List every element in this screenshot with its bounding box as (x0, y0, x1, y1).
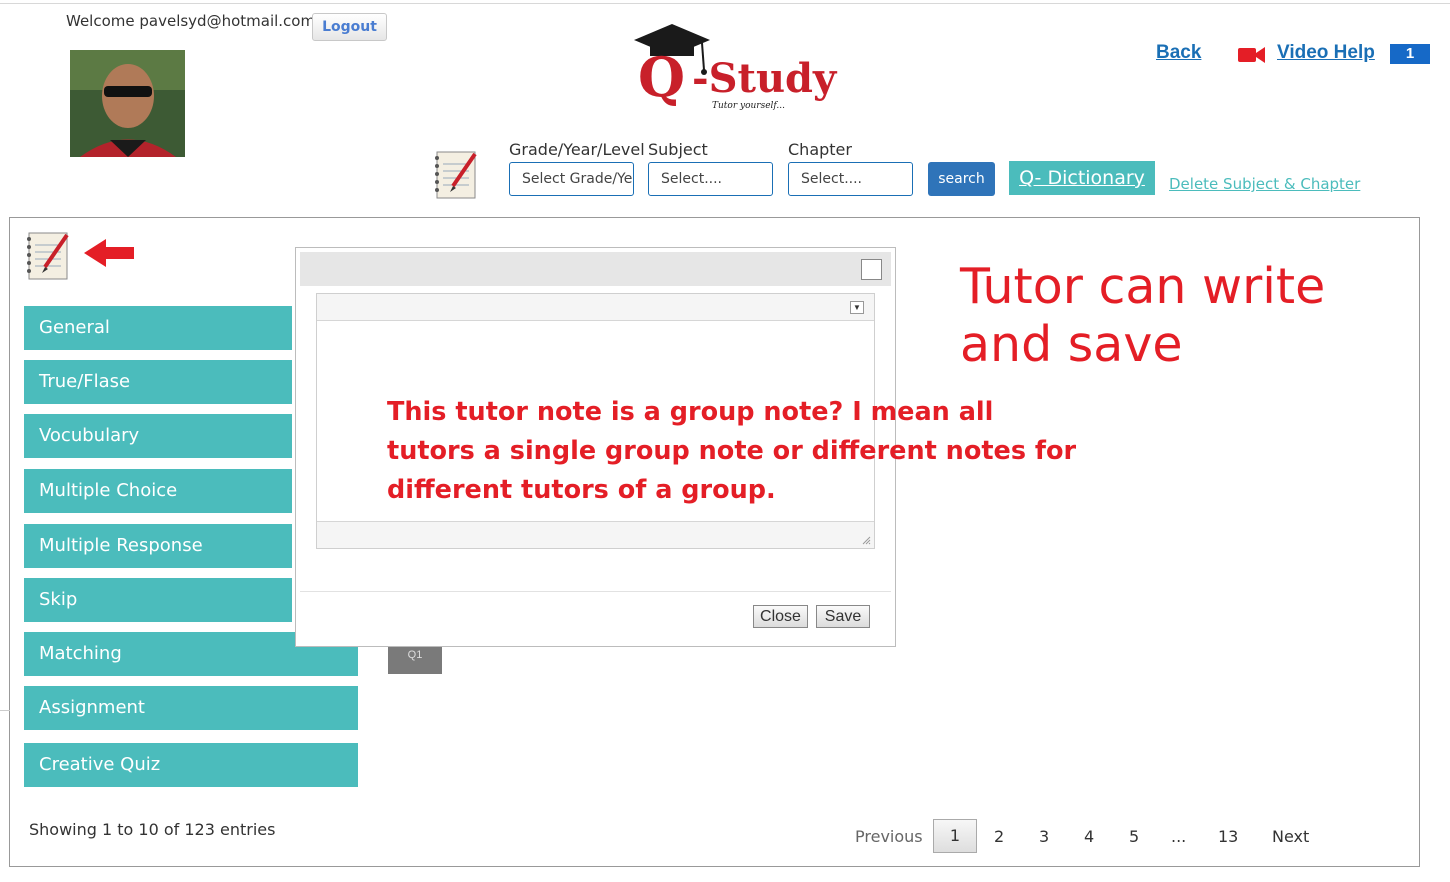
pagination-page-13[interactable]: 13 (1218, 827, 1238, 846)
grade-select[interactable]: Select Grade/Ye (509, 162, 634, 196)
pagination-page-2[interactable]: 2 (994, 827, 1004, 846)
editor-statusbar (317, 521, 874, 548)
pagination-ellipsis: ... (1171, 827, 1187, 846)
notepad-icon[interactable] (431, 148, 481, 202)
avatar (70, 50, 185, 157)
chevron-down-icon[interactable]: ▼ (850, 301, 864, 314)
annotation-tutor-note: Tutor can write and save (960, 258, 1326, 373)
entries-info: Showing 1 to 10 of 123 entries (29, 820, 276, 839)
dialog-save-button[interactable]: Save (816, 605, 870, 628)
tutor-note-icon[interactable] (23, 229, 73, 283)
welcome-text: Welcome pavelsyd@hotmail.com (66, 12, 316, 30)
chapter-label: Chapter (788, 140, 852, 159)
dialog-close-icon[interactable] (861, 259, 882, 280)
top-border (0, 3, 1450, 4)
menu-multiple-choice[interactable]: Multiple Choice (24, 469, 292, 513)
subject-select[interactable]: Select.... (648, 162, 773, 196)
dialog-close-button[interactable]: Close (753, 605, 808, 628)
menu-general[interactable]: General (24, 306, 292, 350)
pagination-page-4[interactable]: 4 (1084, 827, 1094, 846)
menu-true-false[interactable]: True/Flase (24, 360, 292, 404)
menu-multiple-response[interactable]: Multiple Response (24, 524, 292, 568)
q1-button[interactable]: Q1 (388, 643, 442, 674)
dialog-footer-divider (300, 591, 891, 592)
back-link[interactable]: Back (1156, 42, 1201, 64)
q-dictionary-button[interactable]: Q- Dictionary (1009, 161, 1155, 195)
resize-grip-icon[interactable] (861, 535, 871, 545)
menu-creative-quiz[interactable]: Creative Quiz (24, 743, 358, 787)
q-study-logo: Q -Study Tutor yourself... (632, 12, 864, 120)
svg-text:Tutor yourself...: Tutor yourself... (712, 101, 785, 111)
pagination-page-3[interactable]: 3 (1039, 827, 1049, 846)
chapter-select[interactable]: Select.... (788, 162, 913, 196)
menu-assignment[interactable]: Assignment (24, 686, 358, 730)
pagination-previous[interactable]: Previous (855, 827, 923, 846)
editor-toolbar: ▼ (317, 294, 874, 321)
pagination-page-1[interactable]: 1 (933, 819, 977, 853)
video-help-badge: 1 (1390, 44, 1430, 64)
logout-button[interactable]: Logout (312, 13, 387, 41)
divider (0, 710, 10, 711)
subject-label: Subject (648, 140, 708, 159)
delete-subject-chapter-link[interactable]: Delete Subject & Chapter (1169, 175, 1360, 193)
search-button[interactable]: search (928, 162, 995, 196)
dialog-header (300, 252, 891, 286)
grade-label: Grade/Year/Level (509, 140, 645, 159)
svg-text:Q: Q (638, 45, 685, 109)
red-arrow-icon (84, 237, 136, 269)
pagination-next[interactable]: Next (1272, 827, 1309, 846)
svg-text:-Study: -Study (692, 55, 838, 102)
menu-skip[interactable]: Skip (24, 578, 292, 622)
menu-vocabulary[interactable]: Vocubulary (24, 414, 292, 458)
pagination-page-5[interactable]: 5 (1129, 827, 1139, 846)
video-help-link[interactable]: Video Help (1277, 42, 1375, 64)
video-camera-icon[interactable] (1238, 44, 1266, 66)
annotation-question: This tutor note is a group note? I mean … (387, 397, 1077, 505)
